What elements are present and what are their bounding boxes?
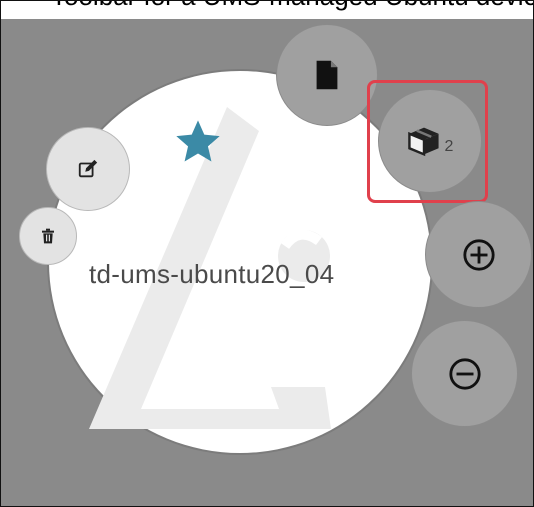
document-icon <box>316 60 338 90</box>
header-bar: Toolbar for a UMS-managed Ubuntu device <box>1 1 533 19</box>
delete-button[interactable] <box>19 207 77 265</box>
device-name: td-ums-ubuntu20_04 <box>89 259 335 289</box>
ui-frame: Toolbar for a UMS-managed Ubuntu device … <box>0 0 534 507</box>
pencil-square-icon <box>78 159 98 178</box>
favorite-star-icon[interactable] <box>172 116 224 168</box>
plus-circle-icon <box>462 238 495 271</box>
minus-circle-icon <box>448 357 481 390</box>
highlight-box <box>367 80 488 203</box>
add-button[interactable] <box>425 201 532 308</box>
edit-button[interactable] <box>46 127 130 211</box>
header-text: Toolbar for a UMS-managed Ubuntu device <box>51 1 533 12</box>
document-button[interactable] <box>276 24 378 126</box>
trash-icon <box>42 228 54 244</box>
remove-button[interactable] <box>411 320 518 427</box>
